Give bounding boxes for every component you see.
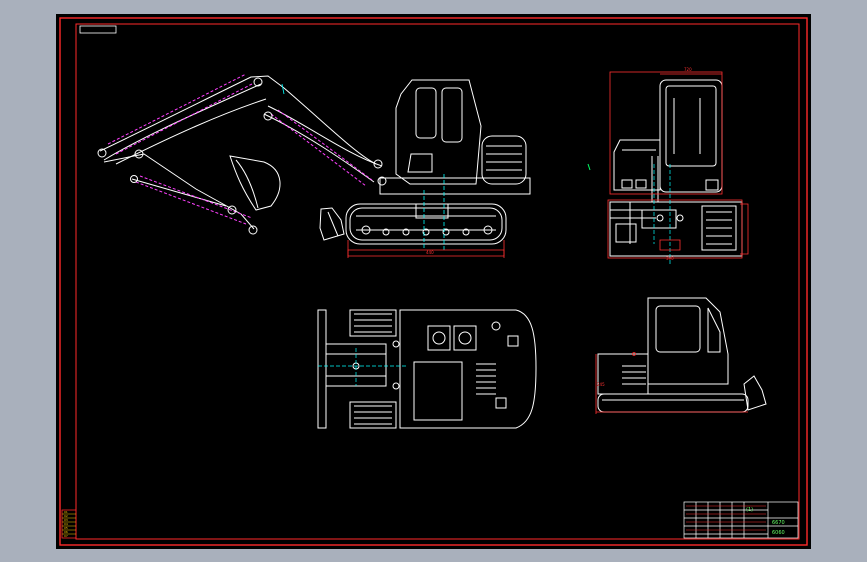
track-width-dimension: 390 xyxy=(666,256,674,261)
front-view xyxy=(97,73,531,245)
title-block-label: (1) xyxy=(746,507,753,513)
title-block-code: 6060 xyxy=(772,530,785,536)
cad-workspace: 440 720 390 245 01 02 03 04 05 06 07 (1)… xyxy=(0,0,867,562)
side-view-annotations xyxy=(587,71,749,264)
sheet-border xyxy=(59,17,808,546)
rear-view-annotations xyxy=(595,352,748,414)
drawing-number-box xyxy=(79,25,117,34)
title-block-number: 6670 xyxy=(772,520,785,526)
rear-view xyxy=(597,297,767,413)
track-length-dimension: 440 xyxy=(426,250,434,255)
drawing-canvas[interactable]: 440 720 390 245 01 02 03 04 05 06 07 (1)… xyxy=(56,14,811,549)
drawing-sheet: 440 720 390 245 01 02 03 04 05 06 07 (1)… xyxy=(59,17,808,546)
height-dimension: 245 xyxy=(597,382,605,387)
top-view xyxy=(317,309,537,429)
strip-cell: 07 xyxy=(64,534,68,538)
front-view-annotations xyxy=(281,83,505,258)
drawing-frame xyxy=(75,23,800,540)
cab-width-dimension: 720 xyxy=(684,67,692,72)
